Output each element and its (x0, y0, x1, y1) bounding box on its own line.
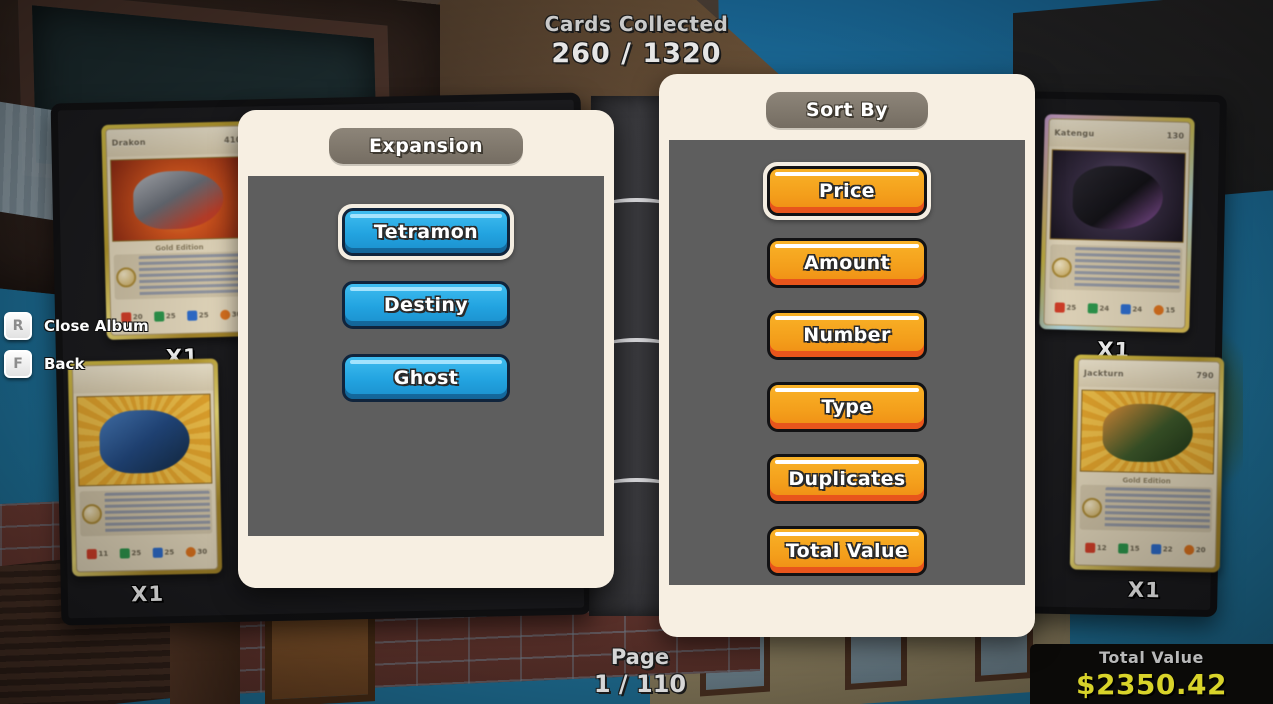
element-orb-icon (81, 503, 103, 524)
card-stats: 25 24 24 15 (1044, 291, 1185, 327)
sort-by-panel-title: Sort By (765, 92, 929, 128)
sort-option-number-wrapper: Number (763, 306, 931, 364)
expansion-option-destiny-wrapper: Destiny (338, 277, 514, 333)
expansion-options-list: Tetramon Destiny Ghost (248, 176, 604, 536)
defense-icon (119, 547, 130, 559)
sort-option-amount-wrapper: Amount (763, 234, 931, 292)
trading-card: Drakon 410 Gold Edition 20 25 25 30 (101, 121, 257, 340)
card-count: X1 (1127, 577, 1162, 603)
sort-option-duplicates-wrapper: Duplicates (763, 450, 931, 508)
sort-option-type-wrapper: Type (763, 378, 931, 436)
key-r-icon: R (4, 312, 32, 340)
keybind-hints: R Close Album F Back (4, 312, 149, 378)
keyhint-back[interactable]: F Back (4, 350, 149, 378)
expansion-option-destiny[interactable]: Destiny (342, 281, 510, 329)
keyhint-close-album[interactable]: R Close Album (4, 312, 149, 340)
health-icon (152, 547, 163, 558)
health-icon (186, 310, 197, 321)
sort-option-amount[interactable]: Amount (767, 238, 927, 288)
expansion-option-ghost-wrapper: Ghost (338, 350, 514, 406)
card-name: Jackturn (1083, 368, 1124, 379)
trading-card: 11 25 25 30 (67, 358, 223, 577)
element-orb-icon (1081, 497, 1103, 518)
card-artwork (76, 393, 213, 487)
card-count: X1 (130, 581, 165, 607)
sort-option-number[interactable]: Number (767, 310, 927, 360)
total-value-panel: Total Value $2350.42 (1030, 644, 1273, 704)
keyhint-label: Back (44, 355, 85, 373)
total-value-amount: $2350.42 (1075, 667, 1227, 701)
element-orb-icon (1051, 256, 1073, 278)
health-icon (1150, 543, 1161, 554)
game-screen: Drakon 410 Gold Edition 20 25 25 30 X1 K… (0, 0, 1273, 704)
attack-icon (86, 548, 97, 559)
expansion-panel-title: Expansion (328, 128, 524, 164)
attack-icon (1084, 542, 1095, 553)
defense-icon (1117, 543, 1128, 554)
element-icon (1153, 304, 1164, 315)
card-name: Drakon (111, 137, 146, 148)
album-card-slot[interactable]: Jackturn 790 Gold Edition 12 15 22 20 X1 (1069, 354, 1225, 602)
card-ability (113, 251, 247, 300)
sort-option-price-wrapper: Price (763, 162, 931, 220)
key-f-icon: F (4, 350, 32, 378)
card-ability (79, 488, 213, 537)
card-ability (1049, 244, 1183, 293)
album-card-slot[interactable]: 11 25 25 30 X1 (67, 358, 223, 606)
card-artwork (1049, 148, 1186, 243)
trading-card: Katengu 130 25 24 24 15 (1039, 114, 1195, 333)
expansion-option-tetramon[interactable]: Tetramon (342, 208, 510, 256)
card-stats: 11 25 25 30 (76, 536, 217, 572)
element-icon (1183, 544, 1194, 555)
element-orb-icon (115, 266, 137, 288)
expansion-panel-footer (248, 536, 604, 588)
sort-by-panel: Sort By Price Amount Number Type Duplica… (659, 74, 1035, 637)
sort-by-panel-footer (669, 585, 1025, 637)
card-album: Drakon 410 Gold Edition 20 25 25 30 X1 K… (42, 84, 1232, 628)
element-icon (219, 309, 230, 320)
card-stats: 12 15 22 20 (1075, 532, 1216, 568)
card-number: 790 (1196, 370, 1214, 381)
expansion-option-tetramon-wrapper: Tetramon (338, 204, 514, 260)
sort-options-list: Price Amount Number Type Duplicates Tota… (669, 140, 1025, 585)
sort-option-type[interactable]: Type (767, 382, 927, 432)
element-icon (185, 546, 196, 557)
defense-icon (1087, 302, 1098, 314)
defense-icon (153, 311, 164, 322)
expansion-panel: Expansion Tetramon Destiny Ghost (238, 110, 614, 588)
card-number: 130 (1166, 131, 1185, 141)
album-card-slot[interactable]: Drakon 410 Gold Edition 20 25 25 30 X1 (101, 121, 257, 369)
sort-option-total-value-wrapper: Total Value (763, 522, 931, 580)
sort-option-total-value[interactable]: Total Value (767, 526, 927, 576)
expansion-option-ghost[interactable]: Ghost (342, 354, 510, 402)
card-ability (1079, 484, 1213, 533)
album-card-slot[interactable]: Katengu 130 25 24 24 15 X1 (1039, 114, 1195, 362)
card-artwork (110, 155, 247, 242)
card-name: Katengu (1054, 128, 1095, 139)
card-artwork (1079, 389, 1216, 475)
attack-icon (1054, 301, 1065, 313)
sort-option-price[interactable]: Price (767, 166, 927, 216)
health-icon (1120, 303, 1131, 314)
trading-card: Jackturn 790 Gold Edition 12 15 22 20 (1069, 354, 1225, 573)
keyhint-label: Close Album (44, 317, 149, 335)
total-value-label: Total Value (1099, 647, 1204, 667)
sort-option-duplicates[interactable]: Duplicates (767, 454, 927, 504)
